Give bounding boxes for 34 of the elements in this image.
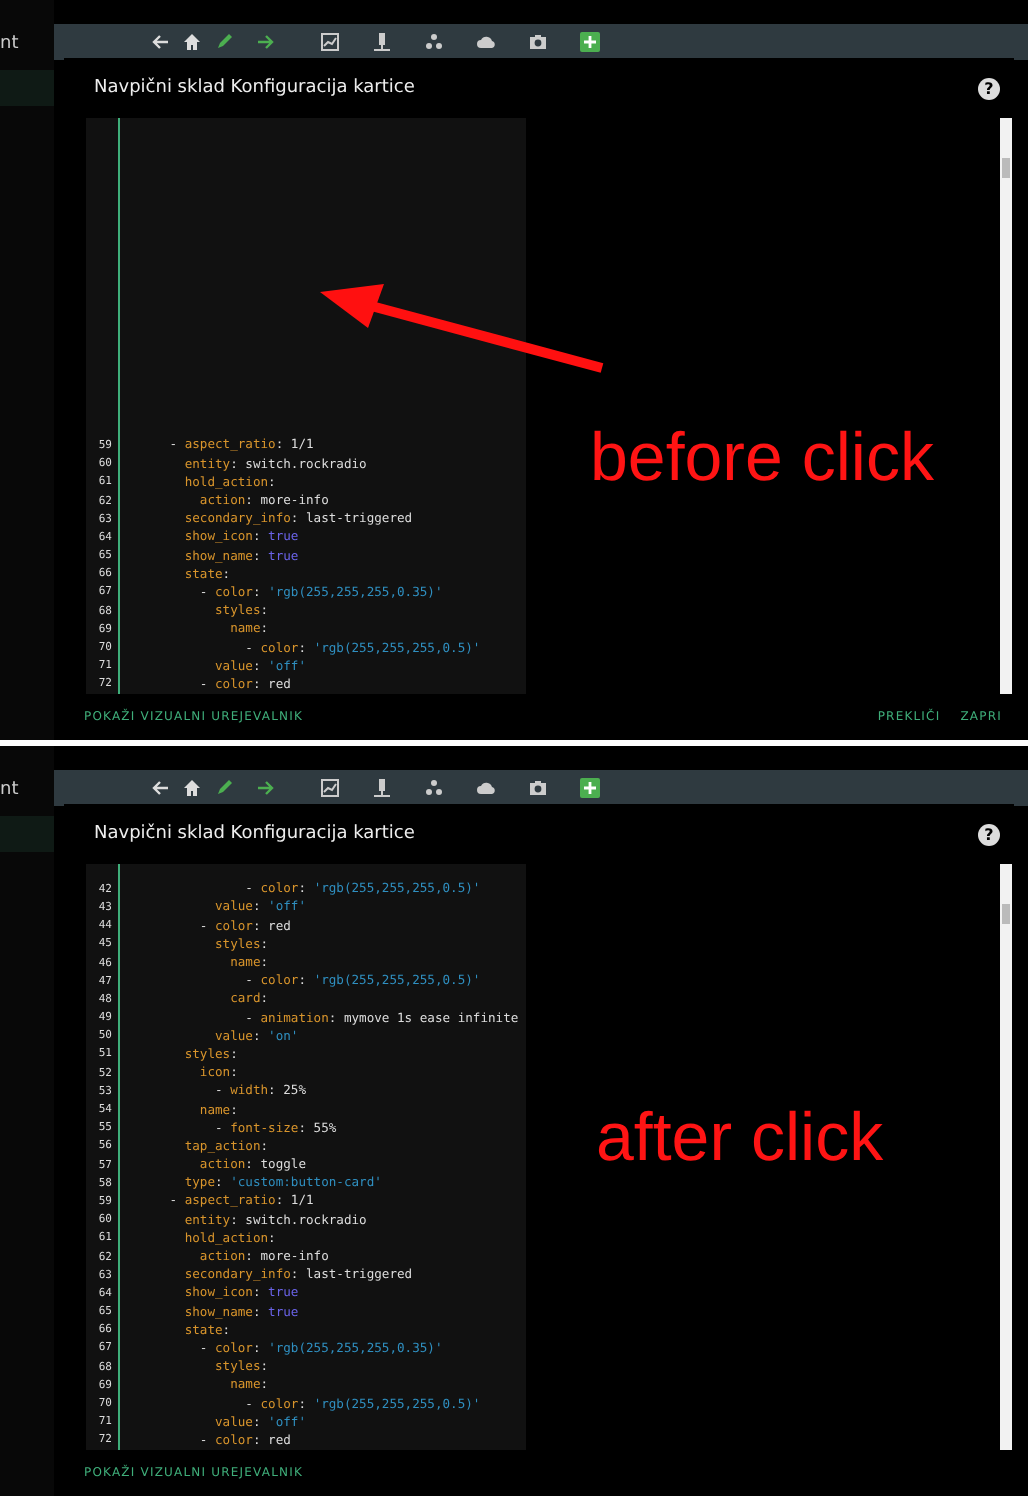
chart-icon[interactable] — [320, 778, 340, 798]
stand-icon[interactable] — [372, 32, 392, 52]
add-icon[interactable] — [580, 32, 600, 52]
annotation-caption: after click — [596, 1100, 884, 1178]
home-icon[interactable] — [182, 778, 202, 798]
cluster-icon[interactable] — [424, 778, 444, 798]
pencil-icon[interactable] — [214, 32, 234, 52]
scroll-thumb[interactable] — [1002, 158, 1010, 178]
forward-arrow-icon[interactable] — [256, 778, 276, 798]
back-arrow-icon[interactable] — [150, 778, 170, 798]
scrollbar[interactable] — [1000, 864, 1012, 1450]
back-arrow-icon[interactable] — [150, 32, 170, 52]
sidebar-text: nt — [0, 34, 21, 58]
pencil-icon[interactable] — [214, 778, 234, 798]
forward-arrow-icon[interactable] — [256, 32, 276, 52]
dialog-title: Navpični sklad Konfiguracija kartice — [94, 824, 417, 844]
camera-icon[interactable] — [528, 32, 548, 52]
camera-icon[interactable] — [528, 778, 548, 798]
add-icon[interactable] — [580, 778, 600, 798]
cloud-icon[interactable] — [476, 32, 496, 52]
chart-icon[interactable] — [320, 32, 340, 52]
sidebar-text: nt — [0, 780, 21, 804]
code-editor[interactable] — [86, 118, 526, 694]
annotation-caption: before click — [590, 420, 934, 498]
dialog-title: Navpični sklad Konfiguracija kartice — [94, 78, 417, 98]
home-icon[interactable] — [182, 32, 202, 52]
scrollbar[interactable] — [1000, 118, 1012, 694]
scroll-thumb[interactable] — [1002, 904, 1010, 924]
help-button[interactable]: ? — [978, 77, 1000, 99]
cluster-icon[interactable] — [424, 32, 444, 52]
cloud-icon[interactable] — [476, 778, 496, 798]
stand-icon[interactable] — [372, 778, 392, 798]
code-editor[interactable] — [86, 864, 526, 1450]
help-button[interactable]: ? — [978, 823, 1000, 845]
